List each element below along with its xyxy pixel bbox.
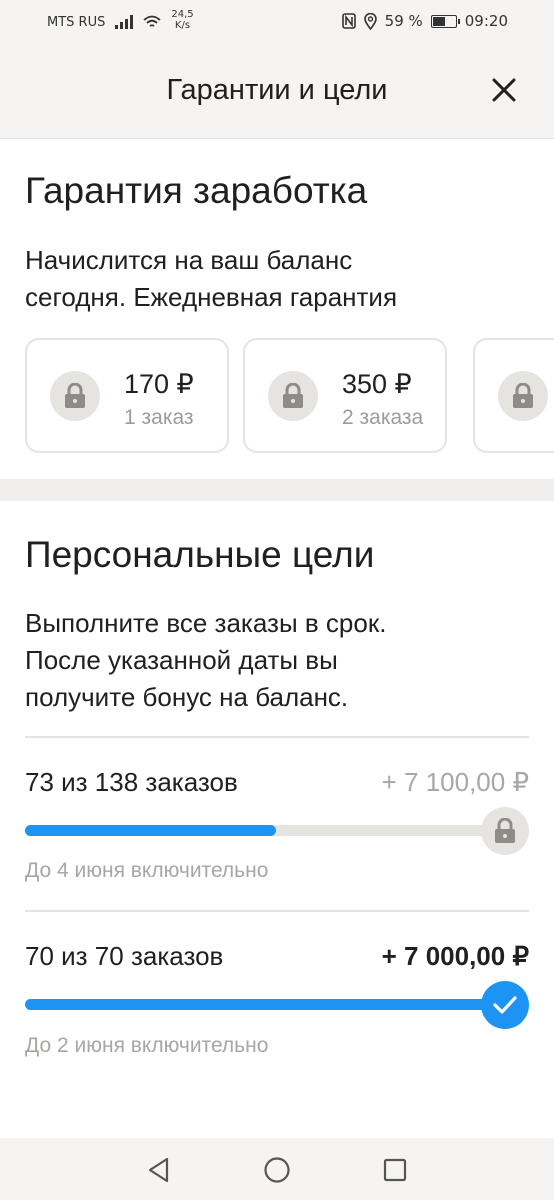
goal-progress-fill (25, 825, 277, 836)
lock-icon (495, 818, 515, 843)
goals-title: Персональные цели (25, 534, 375, 575)
network-speed: 24,5 K/s (171, 9, 193, 31)
goals-description: Выполните все заказы в срок. После указа… (25, 605, 386, 716)
guarantee-description-line: сегодня. Ежедневная гарантия (25, 282, 398, 312)
carrier-name: MTS RUS (47, 14, 106, 30)
goal-status-badge (481, 981, 529, 1029)
battery-level (432, 16, 445, 26)
status-bar-left: MTS RUS 24,5 K/s (47, 9, 194, 31)
checkmark-icon (493, 996, 517, 1014)
guarantee-card[interactable]: 350 ₽ 2 заказа (243, 338, 447, 453)
goal-progress-fill (25, 999, 500, 1010)
status-bar: MTS RUS 24,5 K/s 59 % 09:20 (0, 0, 554, 44)
network-speed-value: 24,5 (171, 9, 194, 20)
goal-count: 73 из 138 заказов (25, 767, 238, 797)
clock: 09:20 (464, 12, 508, 30)
close-button[interactable] (490, 76, 518, 104)
card-amount: 170 ₽ (124, 369, 194, 399)
wifi-icon (143, 15, 161, 27)
guarantee-description-line: Начислится на ваш баланс (25, 245, 353, 275)
goal-bonus: + 7 100,00 ₽ (381, 767, 529, 797)
system-nav-bar (0, 1138, 554, 1200)
card-orders: 1 заказ (124, 406, 194, 429)
lock-badge (498, 371, 548, 421)
guarantee-card-partial[interactable] (473, 338, 554, 453)
network-speed-unit: K/s (174, 20, 191, 31)
goal-bonus: + 7 000,00 ₽ (381, 941, 529, 971)
battery-icon (430, 14, 460, 28)
guarantee-card[interactable]: 170 ₽ 1 заказ (25, 338, 229, 453)
battery-percent: 59 % (384, 12, 423, 30)
guarantee-title: Гарантия заработка (25, 170, 368, 211)
card-orders: 2 заказа (342, 406, 424, 429)
goal-deadline: До 4 июня включительно (25, 859, 269, 882)
location-icon (363, 12, 377, 30)
goals-description-line: получите бонус на баланс. (25, 682, 349, 712)
goal-count: 70 из 70 заказов (25, 941, 224, 971)
nav-back-button[interactable] (145, 1156, 173, 1184)
goals-description-line: Выполните все заказы в срок. (25, 608, 387, 638)
divider (25, 736, 529, 738)
page-title: Гарантии и цели (166, 74, 388, 106)
recents-square-icon (383, 1158, 407, 1182)
lock-icon (513, 383, 533, 408)
nav-home-button[interactable] (263, 1156, 291, 1184)
close-icon (492, 78, 516, 102)
home-circle-icon (264, 1157, 290, 1183)
nfc-icon (341, 13, 356, 29)
header: Гарантии и цели (0, 44, 554, 139)
lock-icon (65, 383, 85, 408)
guarantee-cards: 170 ₽ 1 заказ 350 ₽ 2 заказа (25, 338, 554, 453)
back-triangle-icon (148, 1157, 169, 1183)
lock-badge (50, 371, 100, 421)
lock-badge (268, 371, 318, 421)
nav-recents-button[interactable] (381, 1156, 409, 1184)
goal-deadline: До 2 июня включительно (25, 1034, 269, 1057)
divider (25, 910, 529, 912)
goal-progress-track (25, 999, 500, 1010)
card-amount: 350 ₽ (342, 369, 412, 399)
guarantee-description: Начислится на ваш баланс сегодня. Ежедне… (25, 242, 397, 316)
lock-icon (283, 383, 303, 408)
signal-icon (115, 15, 134, 29)
goal-progress-track (25, 825, 500, 836)
goal-status-badge (481, 807, 529, 855)
section-divider (0, 479, 554, 501)
goals-description-line: После указанной даты вы (25, 645, 338, 675)
status-bar-right: 59 % 09:20 (341, 12, 508, 30)
